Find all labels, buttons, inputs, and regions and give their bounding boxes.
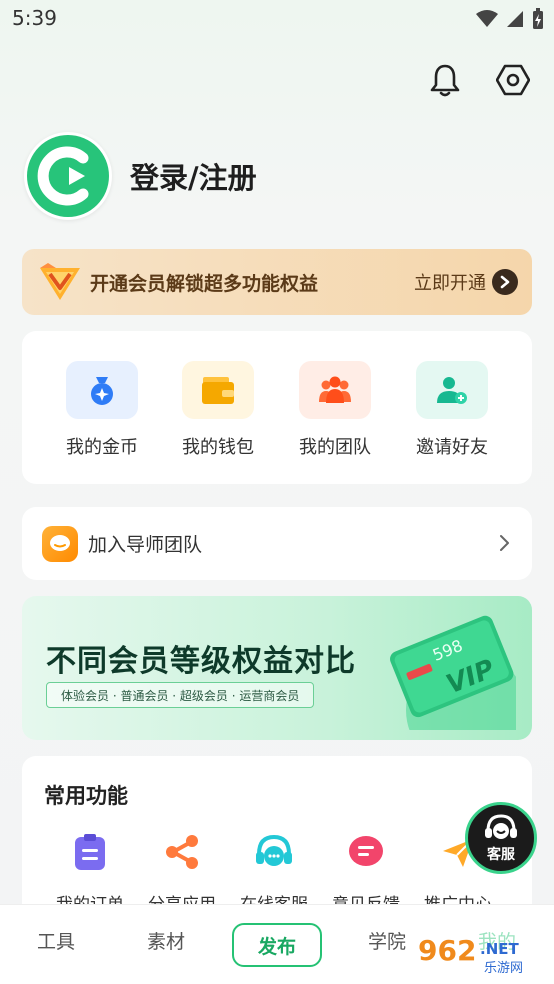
tab-academy[interactable]: 学院	[368, 927, 406, 954]
headset-icon	[485, 813, 517, 839]
my-team-tile	[299, 361, 371, 419]
my-orders-button[interactable]: 我的订单	[44, 830, 136, 915]
profile-section[interactable]: 登录/注册	[24, 132, 257, 220]
app-logo-icon	[27, 135, 109, 217]
tab-publish[interactable]: 发布	[232, 923, 322, 967]
invite-friends-button[interactable]: 邀请好友	[402, 361, 502, 459]
invite-friends-tile	[416, 361, 488, 419]
feedback-button[interactable]: 意见反馈	[320, 830, 412, 915]
status-bar: 5:39	[0, 0, 554, 38]
vip-promo-bar[interactable]: 开通会员解锁超多功能权益 立即开通	[22, 249, 532, 315]
membership-compare-banner[interactable]: 不同会员等级权益对比 体验会员 · 普通会员 · 超级会员 · 运营商会员 59…	[22, 596, 532, 740]
my-wallet-label: 我的钱包	[182, 437, 254, 458]
customer-service-label: 客服	[487, 846, 515, 863]
order-clipboard-icon	[68, 830, 112, 874]
join-mentor-row[interactable]: 加入导师团队	[22, 507, 532, 580]
vip-open-arrow[interactable]	[492, 269, 518, 295]
my-coins-label: 我的金币	[66, 437, 138, 458]
headset-icon	[252, 830, 296, 874]
svg-text:962: 962	[418, 934, 476, 967]
tab-tools[interactable]: 工具	[37, 927, 75, 954]
svg-text:.NET: .NET	[480, 940, 519, 958]
notification-button[interactable]	[428, 62, 462, 98]
vip-open-link[interactable]: 立即开通	[414, 269, 486, 295]
login-register-link[interactable]: 登录/注册	[130, 155, 257, 197]
mentor-label: 加入导师团队	[88, 534, 203, 556]
my-team-button[interactable]: 我的团队	[285, 361, 385, 459]
status-icons	[476, 8, 544, 30]
962-net-watermark-logo: 962 .NET 乐游网	[414, 932, 550, 976]
team-icon	[319, 376, 351, 403]
top-actions	[428, 62, 530, 98]
banner-subtitle: 体验会员 · 普通会员 · 超级会员 · 运营商会员	[46, 682, 315, 708]
wallet-card: 我的金币 我的钱包 我的团队 邀请好友	[22, 331, 532, 484]
wifi-icon	[476, 10, 498, 27]
vip-card-illustration: 598 VIP	[390, 615, 516, 730]
share-icon	[160, 830, 204, 874]
customer-service-float-button[interactable]: 客服	[465, 802, 537, 874]
battery-icon	[533, 8, 543, 29]
chevron-right-icon	[500, 275, 510, 289]
svg-text:乐游网: 乐游网	[484, 961, 523, 976]
invite-friend-icon	[437, 377, 467, 404]
my-coins-button[interactable]: 我的金币	[52, 361, 152, 459]
vip-diamond-icon	[40, 263, 80, 300]
signal-icon	[507, 11, 523, 27]
settings-hexagon-icon	[496, 64, 530, 96]
my-coins-tile	[66, 361, 138, 419]
tab-materials[interactable]: 素材	[147, 927, 185, 954]
invite-friends-label: 邀请好友	[416, 437, 488, 458]
settings-button[interactable]	[496, 62, 530, 98]
my-team-label: 我的团队	[299, 437, 371, 458]
money-bag-icon	[91, 377, 113, 405]
bell-icon	[430, 64, 460, 97]
chevron-right-icon	[500, 535, 509, 551]
my-wallet-button[interactable]: 我的钱包	[168, 361, 268, 459]
avatar[interactable]	[24, 132, 112, 220]
my-wallet-tile	[182, 361, 254, 419]
common-functions-title: 常用功能	[44, 784, 128, 808]
mentor-chat-icon	[42, 525, 78, 562]
share-app-button[interactable]: 分享应用	[136, 830, 228, 915]
feedback-icon	[344, 830, 388, 874]
wallet-icon	[202, 377, 234, 404]
online-service-button[interactable]: 在线客服	[228, 830, 320, 915]
banner-title: 不同会员等级权益对比	[46, 644, 356, 679]
status-time: 5:39	[12, 6, 57, 30]
vip-promo-text: 开通会员解锁超多功能权益	[90, 272, 319, 295]
